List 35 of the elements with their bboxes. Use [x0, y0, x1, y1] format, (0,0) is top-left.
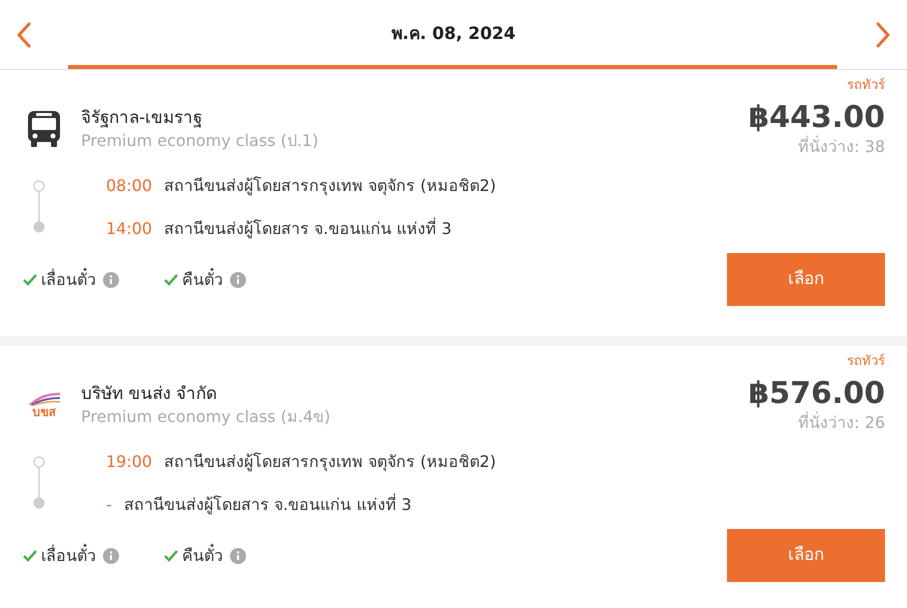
operator-name: บริษัท ขนส่ง จำกัด — [81, 383, 218, 406]
selected-date: พ.ค. 08, 2024 — [391, 22, 516, 46]
station-name: สถานีขนส่งผู้โดยสารกรุงเทพ จตุจักร (หมอชิต2) — [164, 451, 496, 474]
bus-icon — [27, 110, 61, 148]
feature-label: เลื่อนตั๋ว — [41, 544, 96, 566]
info-icon[interactable] — [230, 272, 246, 288]
departure-time: - — [106, 494, 112, 516]
price: ฿443.00 — [748, 100, 885, 136]
bus-class: Premium economy class (ป.1) — [81, 130, 318, 152]
seats-available: ที่นั่งว่าง: 26 — [798, 412, 885, 434]
station-name: สถานีขนส่งผู้โดยสาร จ.ขอนแก่น แห่งที่ 3 — [124, 492, 412, 516]
departure-time: 14:00 — [106, 218, 152, 240]
select-button[interactable]: เลือก — [727, 253, 885, 306]
next-date-icon[interactable] — [876, 22, 890, 48]
select-button[interactable]: เลือก — [727, 529, 885, 582]
info-icon[interactable] — [103, 272, 119, 288]
previous-date-icon[interactable] — [17, 22, 31, 48]
station-name: สถานีขนส่งผู้โดยสารกรุงเทพ จตุจักร (หมอชิต2) — [164, 175, 496, 198]
bus-type-tag: รถทัวร์ — [847, 352, 885, 372]
info-icon[interactable] — [103, 548, 119, 564]
departure-time: 19:00 — [106, 451, 152, 473]
info-icon[interactable] — [230, 548, 246, 564]
price: ฿576.00 — [748, 376, 885, 412]
route-line-icon — [32, 456, 46, 510]
feature-label: เลื่อนตั๋ว — [41, 268, 96, 290]
station-name: สถานีขนส่งผู้โดยสาร จ.ขอนแก่น แห่งที่ 3 — [164, 216, 452, 240]
seats-available: ที่นั่งว่าง: 38 — [798, 136, 885, 158]
feature-label: คืนตั๋ว — [182, 544, 223, 566]
feature-label: คืนตั๋ว — [182, 268, 223, 290]
operator-name: จิรัฐกาล-เขมราฐ — [81, 107, 204, 130]
departure-time: 08:00 — [106, 175, 152, 197]
bus-class: Premium economy class (ม.4ข) — [81, 406, 330, 428]
bus-type-tag: รถทัวร์ — [847, 76, 885, 96]
company-logo: บขส — [26, 392, 62, 418]
route-line-icon — [32, 180, 46, 234]
